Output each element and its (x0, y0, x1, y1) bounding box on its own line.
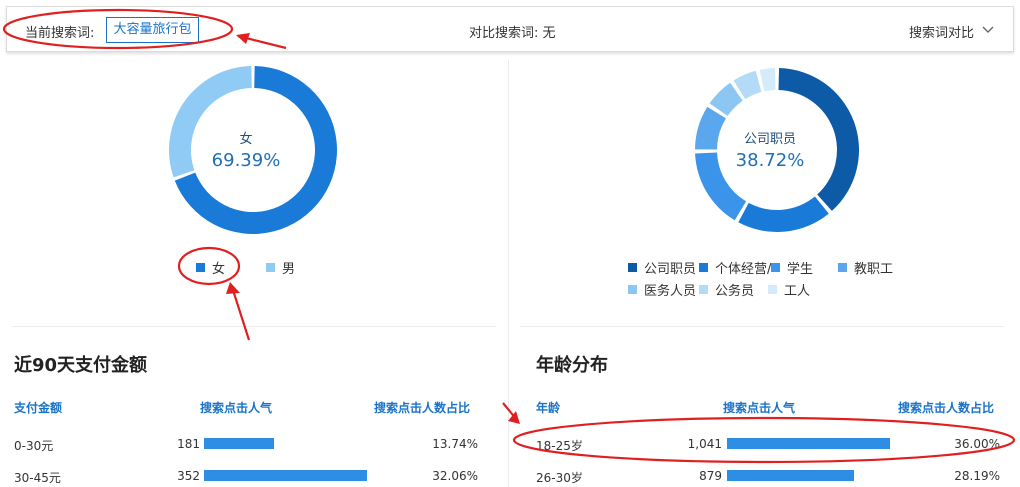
donut-slice-医务人员[interactable] (709, 82, 743, 116)
age-popularity: 879 (699, 469, 722, 483)
right-section-divider (520, 326, 1004, 327)
donut-slice-个体经营/[interactable] (738, 196, 829, 232)
age-range: 26-30岁 (536, 471, 583, 485)
payment-ratio: 32.06% (432, 469, 478, 483)
legend-label: 医务人员 (644, 284, 697, 299)
age-ratio: 28.19% (954, 469, 1000, 483)
legend-label: 工人 (784, 284, 811, 299)
annotation-arrowhead-female (226, 282, 240, 294)
legend-item-student[interactable]: 学生 (771, 258, 813, 277)
legend-item-company-staff[interactable]: 公司职员 (628, 258, 696, 277)
search-bar: 当前搜索词: 大容量旅行包 对比搜索词: 无 搜索词对比 (6, 6, 1014, 52)
legend-label: 男 (282, 262, 296, 277)
occupation-center-name: 公司职员 (743, 132, 796, 147)
chevron-down-icon[interactable] (981, 23, 995, 37)
gender-center-name: 女 (239, 132, 253, 147)
legend-label: 学生 (787, 262, 814, 277)
legend-swatch (699, 285, 708, 294)
payment-ratio: 13.74% (432, 437, 478, 451)
legend-item-self-employed[interactable]: 个体经营/ (699, 258, 771, 277)
age-popularity: 1,041 (687, 437, 722, 451)
legend-label: 公务员 (715, 284, 755, 299)
occupation-center-label: 公司职员 38.72% (700, 128, 840, 171)
annotation-arrow-female (230, 286, 251, 341)
payment-popularity: 352 (177, 469, 200, 483)
age-header-range[interactable]: 年龄 (536, 399, 560, 416)
gender-center-value: 69.39% (211, 150, 281, 171)
age-header-popularity[interactable]: 搜索点击人气 (723, 399, 795, 416)
legend-label: 女 (212, 262, 226, 277)
compare-keyword-text: 对比搜索词: 无 (469, 26, 556, 41)
legend-item-teacher[interactable]: 教职工 (838, 258, 893, 277)
payment-popularity-bar (204, 438, 274, 449)
payment-header-amount[interactable]: 支付金额 (14, 399, 62, 416)
age-ratio: 36.00% (954, 437, 1000, 451)
payment-range: 0-30元 (14, 439, 54, 453)
legend-item-medical[interactable]: 医务人员 (628, 280, 696, 299)
legend-swatch (699, 263, 708, 272)
legend-swatch (628, 263, 637, 272)
legend-label: 教职工 (854, 262, 894, 277)
legend-item-female[interactable]: 女 (196, 258, 225, 277)
age-popularity-bar (727, 438, 890, 449)
age-header-ratio[interactable]: 搜索点击人数占比 (898, 399, 994, 416)
donut-slice-工人[interactable] (759, 68, 776, 92)
payment-range: 30-45元 (14, 471, 61, 485)
legend-label: 公司职员 (644, 262, 697, 277)
legend-swatch (771, 263, 780, 272)
left-section-divider (12, 326, 496, 327)
legend-item-worker[interactable]: 工人 (768, 280, 810, 299)
column-divider (508, 60, 509, 487)
legend-swatch (838, 263, 847, 272)
age-section-title: 年龄分布 (536, 355, 608, 376)
legend-swatch (768, 285, 777, 294)
gender-center-label: 女 69.39% (176, 128, 316, 171)
payment-section-title: 近90天支付金额 (14, 355, 148, 376)
keyword-compare-button[interactable]: 搜索词对比 (909, 22, 974, 41)
legend-label: 个体经营/ (715, 262, 772, 277)
payment-header-ratio[interactable]: 搜索点击人数占比 (374, 399, 470, 416)
annotation-arrowhead-age (508, 411, 520, 424)
payment-popularity-bar (204, 470, 367, 481)
age-popularity-bar (727, 470, 854, 481)
legend-item-male[interactable]: 男 (266, 258, 295, 277)
payment-popularity: 181 (177, 437, 200, 451)
current-keyword-label: 当前搜索词: (25, 26, 95, 41)
annotation-arrow-age (502, 402, 518, 421)
payment-header-popularity[interactable]: 搜索点击人气 (200, 399, 272, 416)
legend-swatch (628, 285, 637, 294)
occupation-center-value: 38.72% (735, 150, 805, 171)
legend-swatch (196, 263, 205, 272)
age-range: 18-25岁 (536, 439, 583, 453)
legend-swatch (266, 263, 275, 272)
current-keyword-tag[interactable]: 大容量旅行包 (106, 17, 199, 43)
legend-item-civil-servant[interactable]: 公务员 (699, 280, 754, 299)
